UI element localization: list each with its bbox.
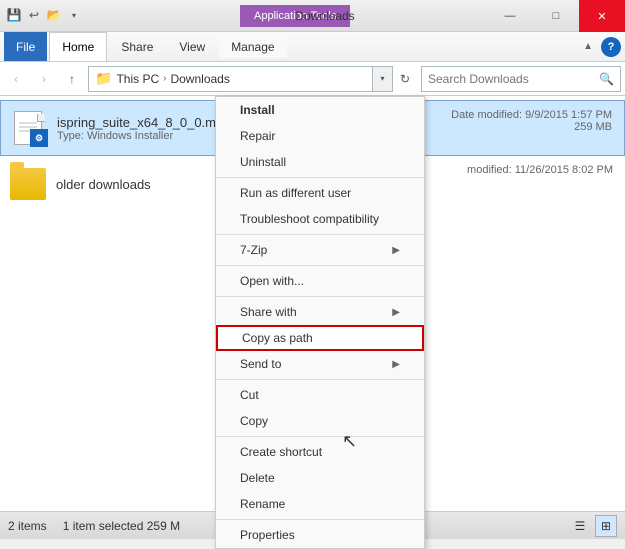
cm-item-cut[interactable]: Cut <box>216 382 424 408</box>
back-icon: ‹ <box>14 72 18 86</box>
view-icons-button[interactable]: ⊞ <box>595 515 617 537</box>
main-area: ⚙ ispring_suite_x64_8_0_0.msi Type: Wind… <box>0 96 625 511</box>
qa-save-icon[interactable]: 💾 <box>5 6 23 24</box>
cm-item-delete[interactable]: Delete <box>216 465 424 491</box>
cm-sep-7 <box>216 519 424 520</box>
up-button[interactable]: ↑ <box>60 67 84 91</box>
search-input[interactable] <box>428 72 595 86</box>
ribbon-collapse-icon[interactable]: ▲ <box>579 39 597 54</box>
tab-file[interactable]: File <box>4 32 47 61</box>
cm-item-troubleshoot[interactable]: Troubleshoot compatibility <box>216 206 424 232</box>
cm-item-open-with[interactable]: Open with... <box>216 268 424 294</box>
qa-undo-icon[interactable]: ↩ <box>25 6 43 24</box>
ribbon-right: ▲ ? <box>579 37 621 57</box>
close-button[interactable]: ✕ <box>579 0 625 32</box>
view-controls: ☰ ⊞ <box>569 515 617 537</box>
cm-item-copy[interactable]: Copy <box>216 408 424 434</box>
cm-item-run-as[interactable]: Run as different user <box>216 180 424 206</box>
quick-access-toolbar: 💾 ↩ 📂 ▾ <box>5 6 83 24</box>
qa-folder-icon[interactable]: 📂 <box>45 6 63 24</box>
cm-arrow-share: ▶ <box>392 307 400 318</box>
folder-icon-small: 📁 <box>95 70 112 87</box>
cm-item-7zip[interactable]: 7-Zip ▶ <box>216 237 424 263</box>
cm-item-create-shortcut[interactable]: Create shortcut <box>216 439 424 465</box>
path-this-pc[interactable]: This PC <box>116 72 159 86</box>
cm-arrow-7zip: ▶ <box>392 245 400 256</box>
address-dropdown-button[interactable]: ▾ <box>373 66 393 92</box>
view-list-icon: ☰ <box>575 519 586 533</box>
forward-button[interactable]: › <box>32 67 56 91</box>
maximize-button[interactable]: □ <box>533 0 579 32</box>
cm-sep-6 <box>216 436 424 437</box>
cm-item-repair[interactable]: Repair <box>216 123 424 149</box>
cm-sep-3 <box>216 265 424 266</box>
address-path[interactable]: 📁 This PC › Downloads <box>88 66 373 92</box>
refresh-icon: ↻ <box>400 72 410 86</box>
window-title: Downloads <box>295 9 354 23</box>
cm-item-send-to[interactable]: Send to ▶ <box>216 351 424 377</box>
file-list: ⚙ ispring_suite_x64_8_0_0.msi Type: Wind… <box>0 96 625 511</box>
cm-item-install[interactable]: Install <box>216 97 424 123</box>
view-icons-icon: ⊞ <box>601 519 611 533</box>
context-menu: Install Repair Uninstall Run as differen… <box>215 96 425 549</box>
ribbon: File Home Share View Manage ▲ ? <box>0 32 625 62</box>
address-bar: ‹ › ↑ 📁 This PC › Downloads ▾ ↻ 🔍 <box>0 62 625 96</box>
refresh-button[interactable]: ↻ <box>393 67 417 91</box>
window-controls: — □ ✕ <box>487 0 625 32</box>
help-button[interactable]: ? <box>601 37 621 57</box>
view-list-button[interactable]: ☰ <box>569 515 591 537</box>
item-count: 2 items <box>8 519 47 533</box>
path-downloads[interactable]: Downloads <box>170 72 229 86</box>
up-icon: ↑ <box>69 72 75 86</box>
tab-manage[interactable]: Manage <box>219 36 286 58</box>
back-button[interactable]: ‹ <box>4 67 28 91</box>
context-menu-overlay: Install Repair Uninstall Run as differen… <box>0 96 625 511</box>
cm-arrow-send: ▶ <box>392 359 400 370</box>
cm-sep-2 <box>216 234 424 235</box>
search-icon[interactable]: 🔍 <box>599 72 614 86</box>
selection-info: 1 item selected 259 M <box>63 519 180 533</box>
search-box[interactable]: 🔍 <box>421 66 621 92</box>
cm-item-properties[interactable]: Properties <box>216 522 424 548</box>
minimize-button[interactable]: — <box>487 0 533 32</box>
forward-icon: › <box>42 72 46 86</box>
qa-dropdown-icon[interactable]: ▾ <box>65 6 83 24</box>
tab-view[interactable]: View <box>167 32 217 61</box>
cm-item-copy-as-path[interactable]: Copy as path <box>216 325 424 351</box>
title-bar: 💾 ↩ 📂 ▾ Application Tools Downloads — □ … <box>0 0 625 32</box>
cm-item-share-with[interactable]: Share with ▶ <box>216 299 424 325</box>
cm-sep-4 <box>216 296 424 297</box>
cm-item-rename[interactable]: Rename <box>216 491 424 517</box>
tab-home[interactable]: Home <box>49 32 107 61</box>
cm-item-uninstall[interactable]: Uninstall <box>216 149 424 175</box>
cm-sep-1 <box>216 177 424 178</box>
tab-share[interactable]: Share <box>109 32 165 61</box>
cm-sep-5 <box>216 379 424 380</box>
